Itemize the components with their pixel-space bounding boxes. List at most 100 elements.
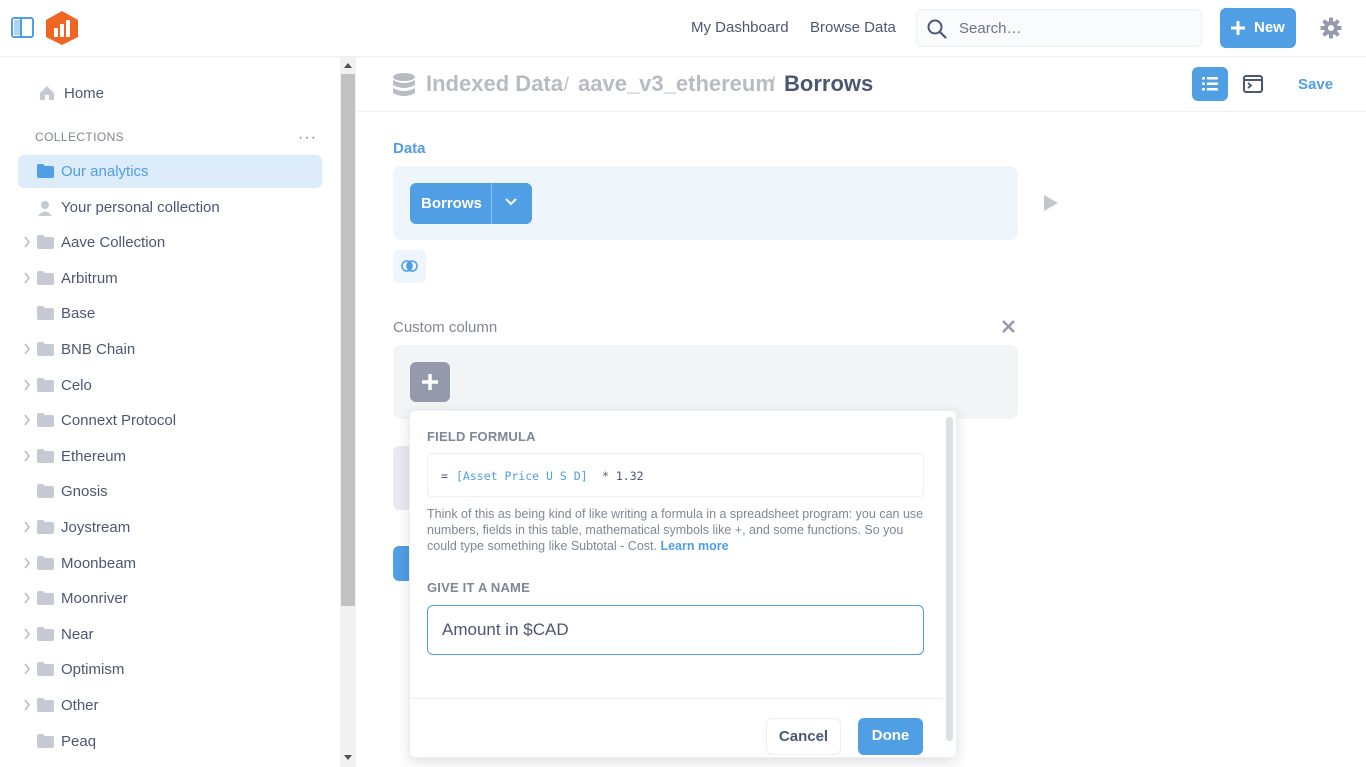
custom-column-popover: FIELD FORMULA = [Asset Price U S D] * 1.… <box>409 410 957 758</box>
formula-editor[interactable]: = [Asset Price U S D] * 1.32 <box>427 453 924 497</box>
chevron-right-icon[interactable] <box>23 521 31 533</box>
collections-heading: COLLECTIONS <box>35 130 125 144</box>
list-icon <box>1202 77 1218 91</box>
sidebar-item-collection[interactable]: Your personal collection <box>18 191 322 224</box>
custom-column-step <box>393 345 1018 419</box>
folder-icon <box>37 698 54 712</box>
done-button[interactable]: Done <box>858 718 923 755</box>
scroll-up-icon[interactable] <box>344 63 352 68</box>
sidebar-toggle-icon[interactable] <box>11 17 34 38</box>
sidebar-item-collection[interactable]: Peaq <box>18 725 322 758</box>
sidebar-item-collection[interactable]: Optimism <box>18 653 322 686</box>
cancel-button-label: Cancel <box>778 728 829 745</box>
folder-icon <box>37 235 54 249</box>
scroll-down-icon[interactable] <box>344 755 352 760</box>
chevron-right-icon[interactable] <box>23 628 31 640</box>
chevron-right-icon[interactable] <box>23 272 31 284</box>
preview-play-icon[interactable] <box>1044 195 1058 211</box>
sidebar-item-label: Your personal collection <box>61 199 220 216</box>
sidebar-item-collection[interactable]: Aave Collection <box>18 226 322 259</box>
chevron-right-icon[interactable] <box>23 557 31 569</box>
notebook-editor-button[interactable] <box>1192 67 1228 101</box>
new-button-label: New <box>1254 19 1285 36</box>
sidebar-item-collection[interactable]: Moonbeam <box>18 547 322 580</box>
chevron-right-icon[interactable] <box>23 343 31 355</box>
folder-icon <box>37 627 54 641</box>
sidebar-item-label: Gnosis <box>61 483 108 500</box>
folder-icon <box>37 449 54 463</box>
search-placeholder: Search… <box>959 20 1022 37</box>
sidebar-item-collection[interactable]: Moonriver <box>18 582 322 615</box>
sidebar-item-label: Our analytics <box>61 163 149 180</box>
sidebar-item-collection[interactable]: Other <box>18 689 322 722</box>
add-custom-column-button[interactable] <box>410 362 450 402</box>
folder-icon <box>37 734 54 748</box>
sidebar-item-collection[interactable]: BNB Chain <box>18 333 322 366</box>
nav-my-dashboard[interactable]: My Dashboard <box>691 19 789 36</box>
learn-more-link[interactable]: Learn more <box>660 539 728 553</box>
folder-icon <box>37 413 54 427</box>
popover-scrollbar[interactable] <box>946 417 953 741</box>
column-name-input[interactable]: Amount in $CAD <box>427 605 924 655</box>
gear-icon[interactable] <box>1320 17 1342 44</box>
cancel-button[interactable]: Cancel <box>766 718 841 755</box>
folder-icon <box>37 520 54 534</box>
chevron-right-icon[interactable] <box>23 592 31 604</box>
person-icon <box>38 201 52 216</box>
breadcrumb-database[interactable]: Indexed Data <box>426 71 563 97</box>
sidebar-item-collection[interactable]: Celo <box>18 369 322 402</box>
chevron-right-icon[interactable] <box>23 414 31 426</box>
sidebar-item-label: Other <box>61 697 99 714</box>
home-icon <box>40 86 54 100</box>
done-button-label: Done <box>871 727 910 744</box>
chevron-right-icon[interactable] <box>23 450 31 462</box>
sidebar-item-collection[interactable]: Base <box>18 297 322 330</box>
custom-column-label: Custom column <box>393 319 498 336</box>
sidebar-item-label: Aave Collection <box>61 234 166 251</box>
sidebar-item-collection[interactable]: Our analytics <box>18 155 322 188</box>
app-logo-icon[interactable] <box>45 10 79 46</box>
sidebar-item-collection[interactable]: Near <box>18 618 322 651</box>
sidebar-item-collection[interactable]: Connext Protocol <box>18 404 322 437</box>
database-icon <box>392 72 416 103</box>
sidebar-scrollbar[interactable] <box>340 57 356 767</box>
scrollbar-thumb[interactable] <box>341 74 355 606</box>
breadcrumb-schema[interactable]: aave_v3_ethereum <box>578 71 775 97</box>
name-heading: GIVE IT A NAME <box>427 580 530 595</box>
chevron-right-icon[interactable] <box>23 236 31 248</box>
data-step-label: Data <box>393 140 426 157</box>
search-icon <box>927 19 947 39</box>
folder-icon <box>37 484 54 498</box>
sidebar-home-label: Home <box>64 85 105 102</box>
sidebar-item-collection[interactable]: Gnosis <box>18 475 322 508</box>
sidebar-item-label: Base <box>61 305 96 322</box>
sidebar-item-home[interactable]: Home <box>38 84 104 104</box>
sidebar-item-label: Near <box>61 626 94 643</box>
formula-equals: = <box>441 469 448 483</box>
top-navigation-bar: My Dashboard Browse Data Search… New <box>0 0 1366 57</box>
save-button[interactable]: Save <box>1298 76 1333 93</box>
folder-icon <box>37 271 54 285</box>
sidebar-item-label: Joystream <box>61 519 131 536</box>
sql-editor-icon[interactable] <box>1243 74 1263 99</box>
table-picker-label: Borrows <box>421 195 482 212</box>
sidebar-item-label: Arbitrum <box>61 270 118 287</box>
chevron-down-icon[interactable] <box>504 197 518 207</box>
chevron-right-icon[interactable] <box>23 379 31 391</box>
nav-browse-data[interactable]: Browse Data <box>810 19 896 36</box>
sidebar-item-collection[interactable]: Joystream <box>18 511 322 544</box>
sidebar-item-collection[interactable]: Arbitrum <box>18 262 322 295</box>
new-button[interactable]: New <box>1220 8 1296 48</box>
close-icon[interactable] <box>1001 319 1016 339</box>
chevron-right-icon[interactable] <box>23 699 31 711</box>
search-input[interactable]: Search… <box>916 9 1202 47</box>
folder-icon <box>37 378 54 392</box>
join-button[interactable] <box>393 250 426 283</box>
breadcrumb-separator: / <box>770 74 776 94</box>
sidebar-item-label: Optimism <box>61 661 125 678</box>
table-picker-button[interactable]: Borrows <box>410 183 532 224</box>
sidebar-item-collection[interactable]: Ethereum <box>18 440 322 473</box>
collections-more-icon[interactable]: ··· <box>298 129 317 147</box>
join-icon <box>401 260 418 272</box>
chevron-right-icon[interactable] <box>23 663 31 675</box>
